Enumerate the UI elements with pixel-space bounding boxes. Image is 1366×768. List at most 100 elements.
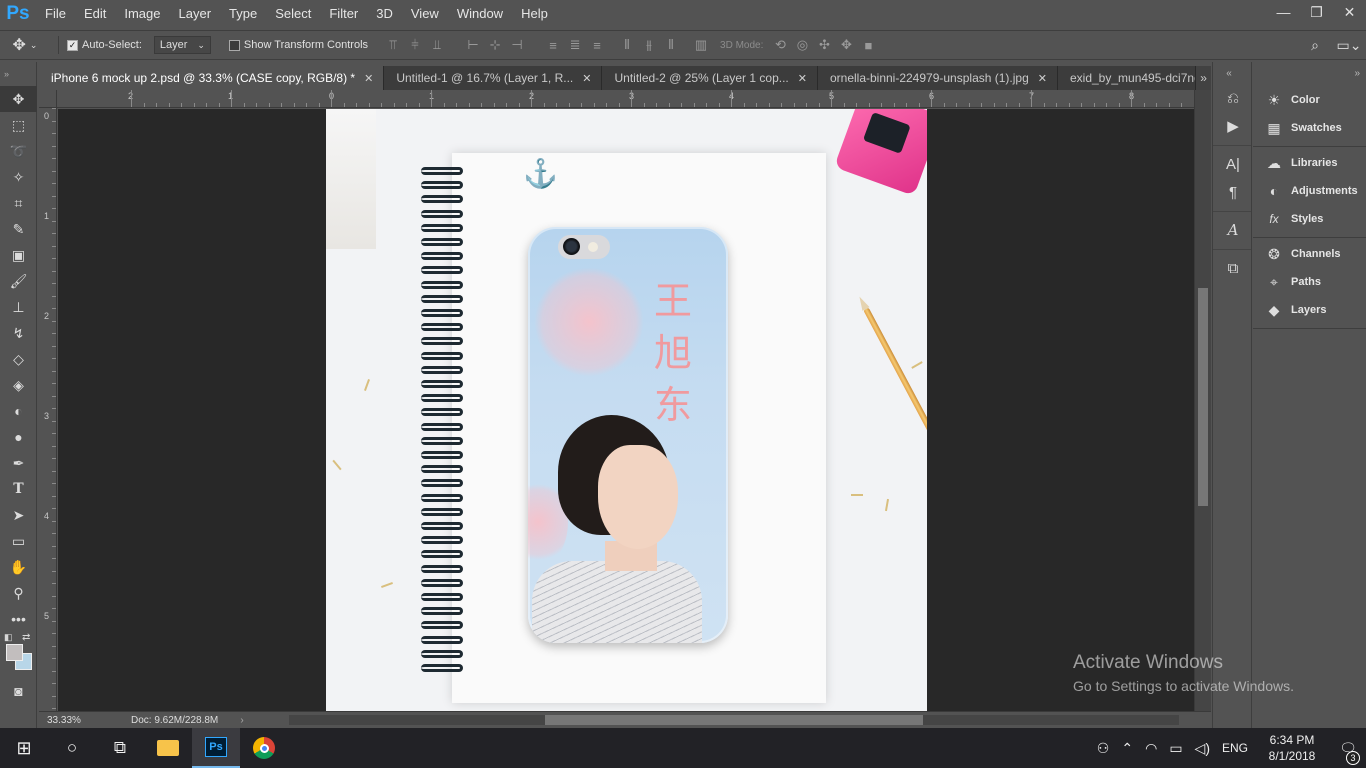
blur-tool-icon[interactable]: ◐: [0, 398, 37, 424]
horizontal-scrollbar[interactable]: [289, 715, 1179, 725]
menu-filter[interactable]: Filter: [320, 0, 367, 28]
start-button[interactable]: ⊞: [0, 728, 48, 768]
tab-untitled-2[interactable]: Untitled-2 @ 25% (Layer 1 cop... ✕: [602, 66, 818, 90]
menu-file[interactable]: File: [36, 0, 75, 28]
pen-tool-icon[interactable]: ✒: [0, 450, 37, 476]
tab-exid[interactable]: exid_by_mun495-dci7nd8.psd ..: [1057, 66, 1197, 90]
align-bottom-icon[interactable]: ⫫: [426, 36, 448, 54]
history-brush-tool-icon[interactable]: ↯: [0, 320, 37, 346]
file-explorer-button[interactable]: [144, 728, 192, 768]
type-tool-icon[interactable]: T: [0, 476, 37, 502]
horizontal-ruler[interactable]: 2 1 0 1 2 3 4 5 6 7 8: [57, 90, 1194, 108]
close-icon[interactable]: ✕: [582, 72, 591, 85]
horizontal-scroll-thumb[interactable]: [545, 715, 923, 725]
auto-align-icon[interactable]: ▥: [690, 36, 712, 54]
menu-layer[interactable]: Layer: [170, 0, 221, 28]
healing-brush-tool-icon[interactable]: ▣: [0, 242, 37, 268]
menu-help[interactable]: Help: [512, 0, 557, 28]
panel-layers[interactable]: ◆ Layers: [1253, 296, 1366, 324]
panel-adjustments[interactable]: ◐ Adjustments: [1253, 177, 1366, 205]
dock-collapse-icon[interactable]: »: [1253, 62, 1366, 84]
marquee-tool-icon[interactable]: ⬚: [0, 112, 37, 138]
auto-select-target-dropdown[interactable]: Layer ⌄: [153, 36, 211, 54]
align-hcenter-icon[interactable]: ⊹: [484, 36, 506, 54]
photoshop-task-button[interactable]: Ps: [192, 728, 240, 768]
show-transform-checkbox[interactable]: [228, 39, 240, 51]
clock[interactable]: 6:34 PM 8/1/2018: [1254, 732, 1330, 764]
foreground-color-swatch[interactable]: [6, 644, 23, 661]
history-panel-icon[interactable]: ⎌: [1213, 84, 1253, 112]
clone-stamp-tool-icon[interactable]: ⊥: [0, 294, 37, 320]
canvas-area[interactable]: ⚓ 王 旭 东: [58, 109, 1194, 711]
distribute-bottom-icon[interactable]: ≡: [586, 36, 608, 54]
auto-select-toggle[interactable]: ✓ Auto-Select:: [67, 39, 142, 51]
close-icon[interactable]: ✕: [364, 72, 373, 85]
document-canvas[interactable]: ⚓ 王 旭 东: [326, 109, 927, 711]
action-center-button[interactable]: 🗨 3: [1330, 740, 1366, 765]
3d-roll-icon[interactable]: ◎: [791, 36, 813, 54]
chrome-task-button[interactable]: [240, 728, 288, 768]
distribute-left-icon[interactable]: ⫴: [616, 36, 638, 54]
distribute-vcenter-icon[interactable]: ≣: [564, 36, 586, 54]
ruler-origin[interactable]: [39, 90, 57, 108]
3d-pan-icon[interactable]: ✣: [813, 36, 835, 54]
zoom-tool-icon[interactable]: ⚲: [0, 580, 37, 606]
rectangle-tool-icon[interactable]: ▭: [0, 528, 37, 554]
default-colors-icon[interactable]: ◧: [4, 632, 13, 643]
more-tools-icon[interactable]: •••: [0, 606, 37, 632]
tab-iphone-mockup[interactable]: iPhone 6 mock up 2.psd @ 33.3% (CASE cop…: [39, 66, 385, 90]
lasso-tool-icon[interactable]: ➰: [0, 138, 37, 164]
more-tabs-icon[interactable]: »: [1196, 66, 1211, 90]
menu-type[interactable]: Type: [220, 0, 266, 28]
paint-bucket-tool-icon[interactable]: ◈: [0, 372, 37, 398]
distribute-right-icon[interactable]: ⫴: [660, 36, 682, 54]
people-icon[interactable]: ⚇: [1091, 740, 1116, 757]
3d-panel-icon[interactable]: ⧉: [1213, 254, 1253, 282]
align-right-icon[interactable]: ⊣: [506, 36, 528, 54]
close-icon[interactable]: ✕: [798, 72, 807, 85]
chevron-up-icon[interactable]: ⌃: [1115, 740, 1139, 757]
tab-untitled-1[interactable]: Untitled-1 @ 16.7% (Layer 1, R... ✕: [384, 66, 603, 90]
menu-select[interactable]: Select: [266, 0, 320, 28]
paragraph-panel-icon[interactable]: ¶: [1213, 178, 1253, 206]
vertical-ruler[interactable]: 0 1 2 3 4 5: [39, 108, 57, 711]
close-button[interactable]: ✕: [1333, 0, 1366, 24]
panel-color[interactable]: ☀ Color: [1253, 86, 1366, 114]
3d-rotate-icon[interactable]: ⟲: [769, 36, 791, 54]
tab-ornella-binni[interactable]: ornella-binni-224979-unsplash (1).jpg ✕: [817, 66, 1058, 90]
panel-grip[interactable]: »: [0, 62, 36, 86]
minimize-button[interactable]: —: [1267, 0, 1300, 24]
swap-colors-icon[interactable]: ⇄: [22, 632, 30, 643]
close-icon[interactable]: ✕: [1038, 72, 1047, 85]
panel-channels[interactable]: ❂ Channels: [1253, 240, 1366, 268]
hand-tool-icon[interactable]: ✋: [0, 554, 37, 580]
distribute-hcenter-icon[interactable]: ⫵: [638, 36, 660, 54]
vertical-scrollbar[interactable]: [1194, 90, 1211, 711]
phone-case[interactable]: 王 旭 东: [528, 227, 728, 643]
panel-libraries[interactable]: ☁ Libraries: [1253, 149, 1366, 177]
character-panel-icon[interactable]: A|: [1213, 150, 1253, 178]
battery-icon[interactable]: ▭: [1163, 740, 1188, 757]
menu-3d[interactable]: 3D: [367, 0, 402, 28]
menu-window[interactable]: Window: [448, 0, 512, 28]
eyedropper-tool-icon[interactable]: ✎: [0, 216, 37, 242]
distribute-top-icon[interactable]: ≡: [542, 36, 564, 54]
language-indicator[interactable]: ENG: [1216, 741, 1254, 755]
actions-panel-icon[interactable]: ▶: [1213, 112, 1253, 140]
wifi-icon[interactable]: ◠: [1139, 740, 1163, 757]
auto-select-checkbox[interactable]: ✓: [67, 39, 78, 51]
align-left-icon[interactable]: ⊢: [462, 36, 484, 54]
dodge-tool-icon[interactable]: ●: [0, 424, 37, 450]
quick-mask-icon[interactable]: ◙: [0, 678, 37, 704]
menu-image[interactable]: Image: [115, 0, 169, 28]
align-vcenter-icon[interactable]: ⫩: [404, 36, 426, 54]
path-selection-tool-icon[interactable]: ➤: [0, 502, 37, 528]
brush-tool-icon[interactable]: 🖌: [0, 268, 37, 294]
eraser-tool-icon[interactable]: ◇: [0, 346, 37, 372]
workspace-switcher-icon[interactable]: ▭⌄: [1332, 37, 1366, 54]
search-icon[interactable]: ⌕: [1298, 37, 1332, 54]
panel-styles[interactable]: fx Styles: [1253, 205, 1366, 233]
volume-icon[interactable]: ◁): [1189, 740, 1216, 757]
menu-view[interactable]: View: [402, 0, 448, 28]
vertical-scroll-thumb[interactable]: [1198, 288, 1208, 506]
